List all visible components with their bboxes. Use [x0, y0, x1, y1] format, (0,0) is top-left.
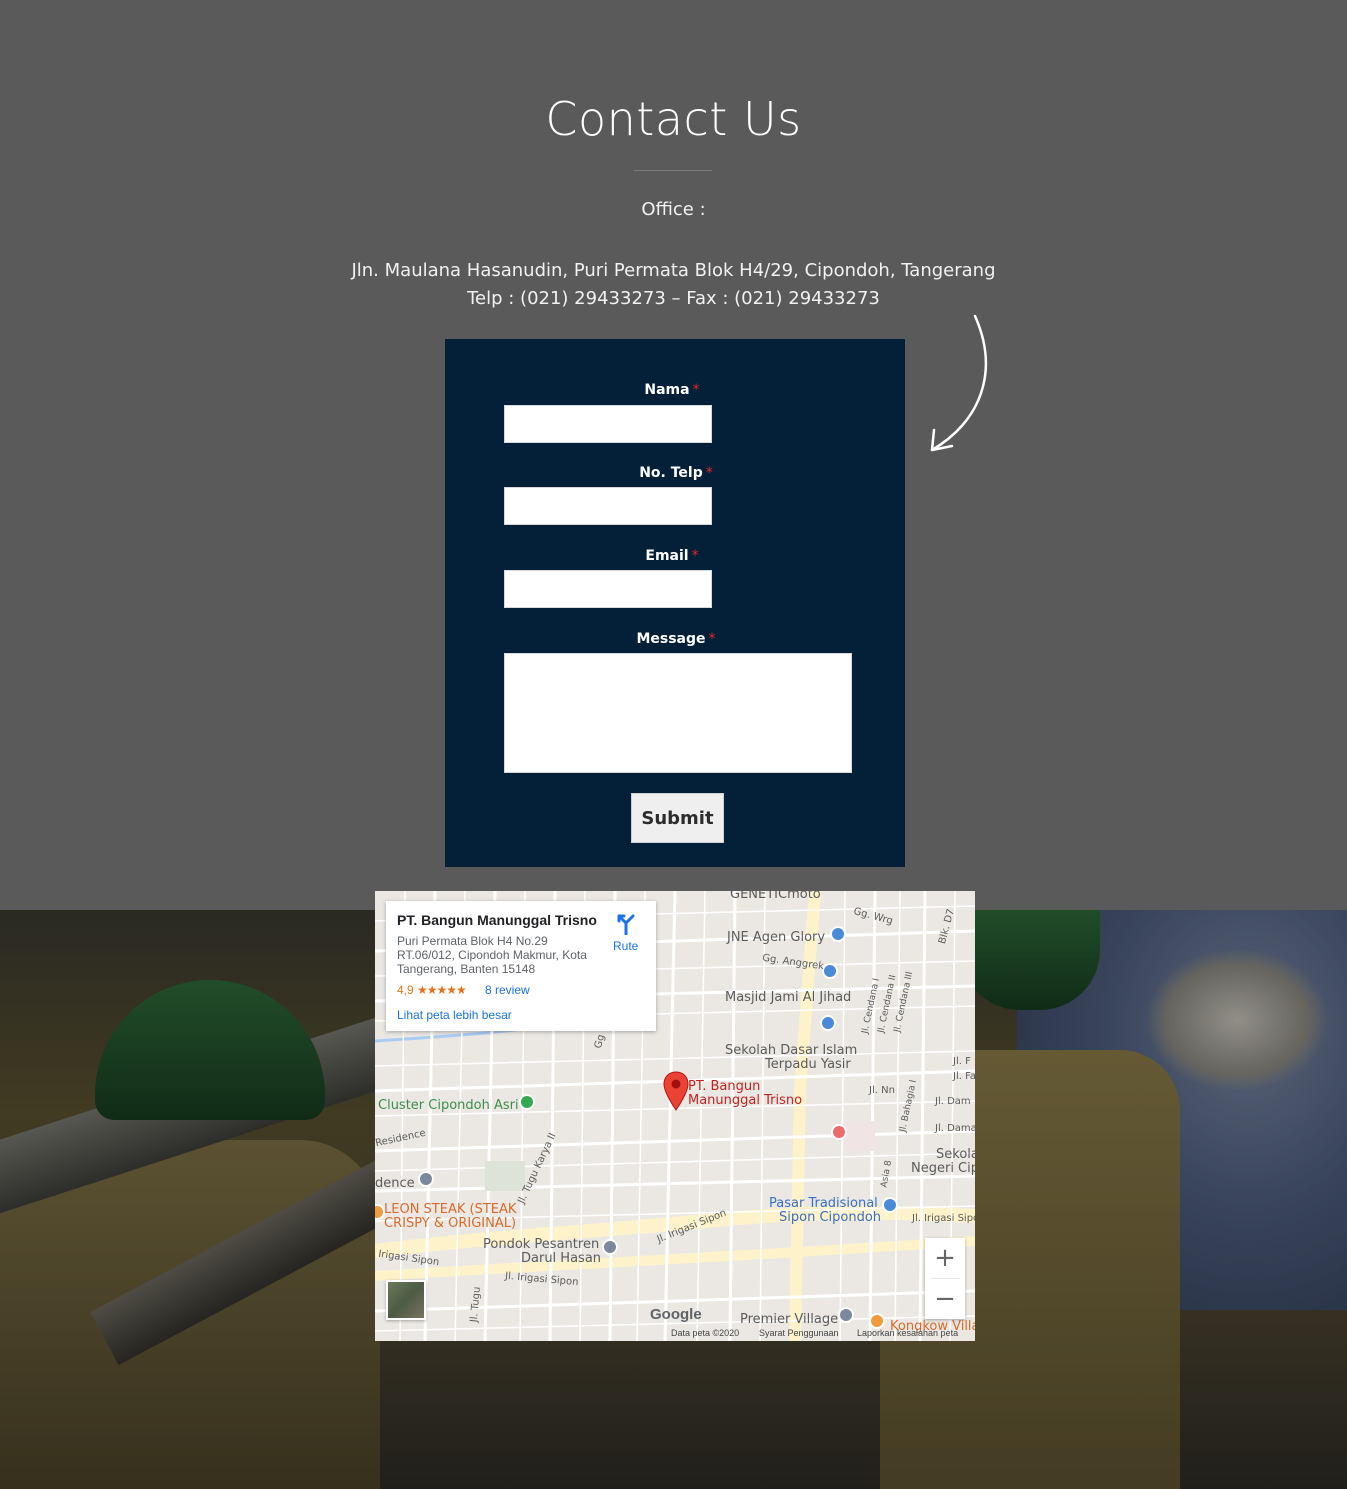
- zoom-controls: + −: [925, 1238, 965, 1319]
- submit-button[interactable]: Submit: [631, 793, 724, 843]
- name-label-text: Nama: [644, 382, 690, 398]
- map-data-credit: Data peta ©2020: [671, 1328, 740, 1338]
- street-label: Jl. Dam: [935, 1096, 971, 1107]
- street-label: Jl. Nn: [869, 1085, 895, 1096]
- hospital-pin-icon[interactable]: [831, 1124, 847, 1140]
- poi-label: Premier Village: [740, 1312, 839, 1327]
- terms-link[interactable]: Syarat Penggunaan: [759, 1328, 839, 1338]
- directions-link[interactable]: Rute: [613, 939, 638, 953]
- contact-form: Nama * No. Telp * Email * Message * Submit: [445, 339, 905, 867]
- email-input[interactable]: [504, 570, 712, 608]
- required-mark: *: [691, 548, 699, 564]
- required-mark: *: [705, 465, 713, 481]
- shop-pin-icon[interactable]: [882, 1197, 898, 1213]
- poi-label: Pondok Pesantren: [483, 1237, 600, 1252]
- place-info-card: PT. Bangun Manunggal Trisno Puri Permata…: [386, 901, 656, 1031]
- map-attribution: Data peta ©2020 Syarat Penggunaan Lapork…: [375, 1327, 975, 1341]
- mosque-pin-icon[interactable]: [822, 963, 838, 979]
- street-label: Jl. Irigasi Sipon: [912, 1213, 975, 1224]
- poi-label: CRISPY & ORIGINAL): [384, 1216, 517, 1231]
- title-divider: [634, 170, 712, 171]
- phone-fax-line: Telp : (021) 29433273 – Fax : (021) 2943…: [467, 288, 880, 309]
- place-rating: 4,9: [397, 983, 414, 997]
- poi-label: Terpadu Yasir: [765, 1057, 851, 1072]
- google-map-embed[interactable]: GENETICmoto JNE Agen Glory Masjid Jami A…: [375, 891, 975, 1341]
- street-label: Jl. Fa: [953, 1071, 975, 1082]
- curved-arrow-icon: [930, 314, 988, 452]
- tree-pin-icon[interactable]: [519, 1094, 535, 1110]
- view-larger-map-link[interactable]: Lihat peta lebih besar: [397, 1008, 512, 1022]
- reviews-link[interactable]: 8 review: [485, 983, 530, 997]
- email-label: Email *: [568, 548, 776, 564]
- message-textarea[interactable]: [504, 653, 852, 773]
- poi-label: Negeri Cip: [911, 1161, 975, 1176]
- zoom-out-button[interactable]: −: [925, 1279, 965, 1319]
- location-marker-icon[interactable]: [663, 1071, 689, 1111]
- marker-label: Manunggal Trisno: [688, 1093, 803, 1108]
- zoom-in-button[interactable]: +: [925, 1238, 965, 1278]
- phone-label-text: No. Telp: [639, 465, 703, 481]
- poi-label: LEON STEAK (STEAK: [384, 1202, 517, 1217]
- page-title: Contact Us: [545, 92, 802, 146]
- poi-label: Sekola: [936, 1147, 975, 1162]
- email-label-text: Email: [645, 548, 689, 564]
- school-pin-icon[interactable]: [602, 1239, 618, 1255]
- name-input[interactable]: [504, 405, 712, 443]
- name-label: Nama *: [568, 382, 776, 398]
- directions-icon[interactable]: [615, 913, 637, 935]
- poi-label: Cluster Cipondoh Asri: [378, 1098, 519, 1113]
- phone-input[interactable]: [504, 487, 712, 525]
- rating-stars-icon: ★★★★★: [417, 983, 467, 997]
- poi-label: Darul Hasan: [521, 1251, 602, 1266]
- office-address: Jln. Maulana Hasanudin, Puri Permata Blo…: [0, 257, 1347, 313]
- required-mark: *: [692, 382, 700, 398]
- street-label: Jl. Damai: [935, 1123, 975, 1134]
- map-pin-icon[interactable]: [838, 1307, 854, 1323]
- street-label: Jl. F: [953, 1056, 971, 1067]
- google-logo: Google: [650, 1306, 702, 1323]
- poi-label: GENETICmoto: [730, 891, 821, 902]
- message-label-text: Message: [636, 631, 706, 647]
- building-pin-icon[interactable]: [418, 1171, 434, 1187]
- poi-label: dence: [375, 1176, 415, 1191]
- phone-label: No. Telp *: [572, 465, 780, 481]
- report-error-link[interactable]: Laporkan kesalahan peta: [857, 1328, 958, 1338]
- required-mark: *: [708, 631, 716, 647]
- office-label: Office :: [641, 199, 706, 220]
- poi-label: Sekolah Dasar Islam: [725, 1043, 858, 1058]
- poi-label: Pasar Tradisional: [769, 1196, 878, 1211]
- satellite-toggle-button[interactable]: [386, 1280, 426, 1320]
- place-name: PT. Bangun Manunggal Trisno: [397, 912, 597, 928]
- place-address: Puri Permata Blok H4 No.29 RT.06/012, Ci…: [397, 934, 587, 976]
- message-label: Message *: [572, 631, 780, 647]
- poi-label: Sipon Cipondoh: [779, 1210, 882, 1225]
- poi-label: JNE Agen Glory: [727, 930, 826, 945]
- marker-label: PT. Bangun: [688, 1079, 761, 1094]
- poi-label: Masjid Jami Al Jihad: [725, 990, 852, 1005]
- map-pin-icon[interactable]: [830, 926, 846, 942]
- mosque-pin-icon[interactable]: [820, 1015, 836, 1031]
- address-line: Jln. Maulana Hasanudin, Puri Permata Blo…: [351, 260, 996, 281]
